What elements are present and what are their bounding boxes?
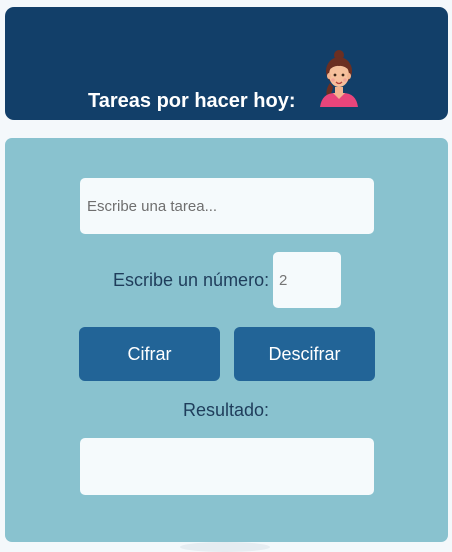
number-label: Escribe un número: xyxy=(113,270,270,290)
result-label: Resultado: xyxy=(182,400,270,420)
decrypt-button[interactable]: Descifrar xyxy=(234,327,375,381)
result-output xyxy=(80,438,374,495)
number-input[interactable] xyxy=(273,252,341,308)
woman-avatar-icon xyxy=(320,50,358,107)
page-title: Tareas por hacer hoy: xyxy=(88,90,296,112)
task-input[interactable] xyxy=(80,178,374,234)
encrypt-button[interactable]: Cifrar xyxy=(79,327,220,381)
bottom-shadow xyxy=(180,542,270,552)
